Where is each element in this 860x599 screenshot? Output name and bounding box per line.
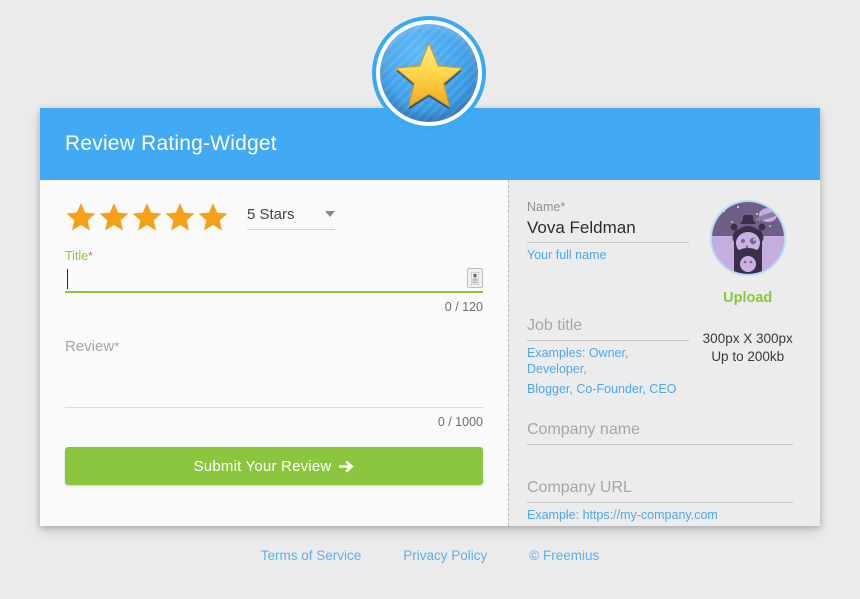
- star-rating[interactable]: [65, 201, 229, 233]
- name-and-avatar-row: Name* Vova Feldman Your full name Upload: [527, 200, 798, 306]
- card-body: 5 Stars Title* 0 / 120 Review* 0 / 1000 …: [40, 180, 820, 526]
- company-name-field: Company name: [527, 419, 793, 445]
- star-icon[interactable]: [164, 201, 196, 233]
- avatar-spec: 300px X 300px Up to 200kb: [697, 315, 798, 397]
- terms-of-service-link[interactable]: Terms of Service: [261, 548, 362, 563]
- name-label: Name*: [527, 200, 689, 215]
- title-label-text: Title: [65, 249, 89, 263]
- name-label-text: Name: [527, 200, 561, 214]
- review-widget-card: Review Rating-Widget 5 Stars Title* 0 / …: [40, 108, 820, 526]
- privacy-policy-link[interactable]: Privacy Policy: [403, 548, 487, 563]
- arrow-right-icon: [339, 460, 355, 472]
- title-char-counter: 0 / 120: [444, 300, 483, 314]
- review-char-counter: 0 / 1000: [437, 415, 483, 429]
- copyright-text: © Freemius: [529, 548, 600, 563]
- company-name-input[interactable]: Company name: [527, 419, 793, 445]
- title-field: Title* 0 / 120: [65, 249, 483, 314]
- title-label: Title*: [65, 249, 483, 264]
- page-root: Review Rating-Widget 5 Stars Title* 0 / …: [0, 0, 860, 599]
- company-url-input[interactable]: Company URL: [527, 477, 793, 503]
- rating-select[interactable]: 5 Stars: [247, 205, 335, 230]
- star-badge-logo: [372, 16, 486, 130]
- page-title: Review Rating-Widget: [65, 132, 277, 155]
- required-asterisk: *: [560, 200, 566, 214]
- badge-inner-circle: [380, 24, 478, 122]
- avatar-spec-dimensions: 300px X 300px: [702, 331, 793, 346]
- required-asterisk: *: [88, 249, 93, 263]
- text-cursor: [67, 269, 68, 289]
- job-title-field: Job title Examples: Owner, Developer, Bl…: [527, 315, 690, 397]
- resize-grip-icon[interactable]: [467, 268, 483, 288]
- review-field: Review* 0 / 1000: [65, 336, 483, 429]
- astronaut-avatar-icon: [711, 202, 784, 274]
- rating-select-value: 5 Stars: [247, 205, 295, 223]
- star-icon[interactable]: [131, 201, 163, 233]
- review-pane: 5 Stars Title* 0 / 120 Review* 0 / 1000 …: [40, 180, 508, 526]
- job-title-hint-line1: Examples: Owner, Developer,: [527, 346, 629, 376]
- upload-button[interactable]: Upload: [697, 290, 798, 306]
- avatar-column: Upload: [697, 200, 798, 306]
- submit-review-button[interactable]: Submit Your Review: [65, 447, 483, 485]
- required-asterisk: *: [114, 339, 120, 354]
- name-input[interactable]: Vova Feldman: [527, 217, 690, 243]
- footer: Terms of Service Privacy Policy © Freemi…: [0, 548, 860, 563]
- rating-row: 5 Stars: [65, 201, 483, 233]
- profile-pane: Name* Vova Feldman Your full name Upload…: [508, 180, 820, 526]
- star-icon[interactable]: [65, 201, 97, 233]
- review-placeholder: Review: [65, 338, 115, 355]
- company-url-field: Company URL Example: https://my-company.…: [527, 477, 793, 523]
- job-and-spec-row: Job title Examples: Owner, Developer, Bl…: [527, 315, 798, 397]
- avatar-spec-size: Up to 200kb: [711, 349, 785, 364]
- review-textarea[interactable]: Review*: [65, 336, 483, 408]
- star-badge-icon: [394, 42, 464, 110]
- company-url-hint: Example: https://my-company.com: [527, 508, 718, 522]
- star-icon[interactable]: [98, 201, 130, 233]
- name-hint: Your full name: [527, 248, 607, 262]
- title-input[interactable]: [65, 267, 483, 293]
- star-icon[interactable]: [197, 201, 229, 233]
- name-field: Name* Vova Feldman Your full name: [527, 200, 690, 306]
- avatar[interactable]: [709, 200, 786, 276]
- submit-button-label: Submit Your Review: [193, 457, 332, 475]
- chevron-down-icon[interactable]: [325, 210, 335, 217]
- job-title-input[interactable]: Job title: [527, 315, 690, 341]
- name-value: Vova Feldman: [527, 218, 636, 237]
- job-title-hint-line2: Blogger, Co-Founder, CEO: [527, 382, 677, 396]
